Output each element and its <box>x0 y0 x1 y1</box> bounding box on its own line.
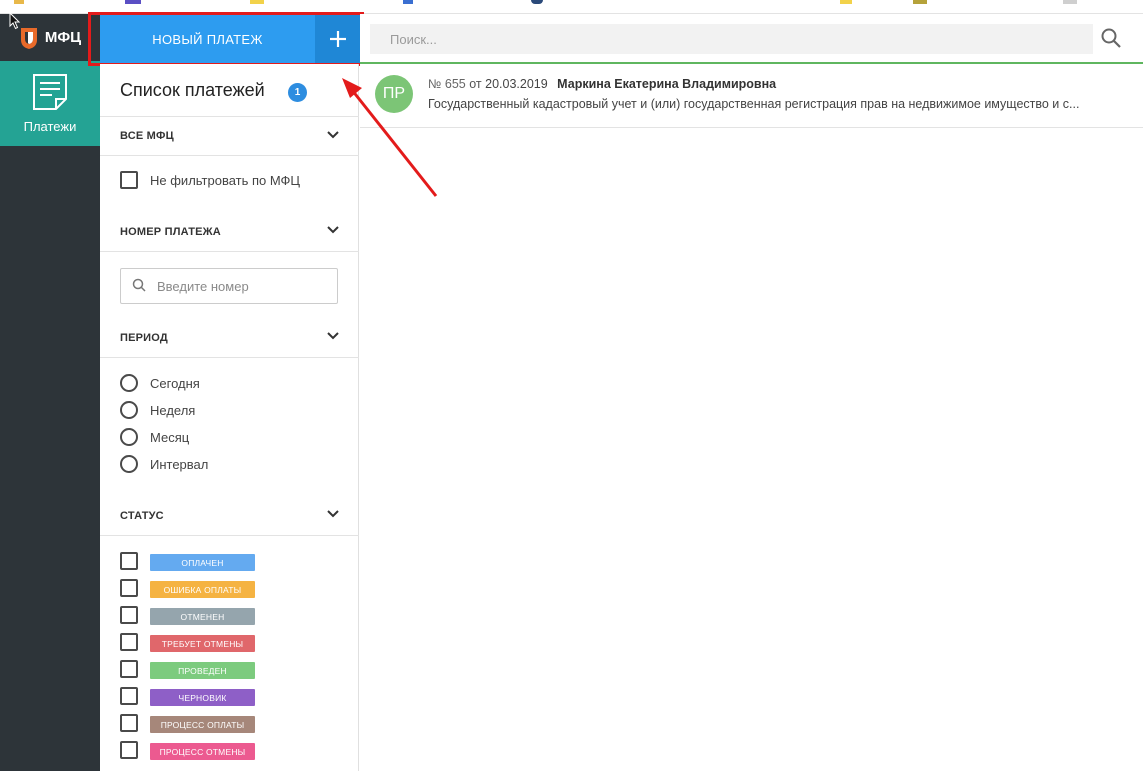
status-checkbox-paying[interactable] <box>120 714 138 732</box>
chevron-down-icon <box>327 332 339 340</box>
radio-label: Интервал <box>150 457 209 472</box>
mfc-logo-icon <box>20 27 37 49</box>
radio-label: Неделя <box>150 403 196 418</box>
status-checkbox-paid[interactable] <box>120 552 138 570</box>
page-title: Список платежей <box>120 80 265 100</box>
status-checkbox-needs-cancel[interactable] <box>120 633 138 651</box>
mouse-cursor-icon <box>9 12 21 30</box>
browser-bookmarks-strip <box>0 0 1143 14</box>
section-number-header[interactable]: НОМЕР ПЛАТЕЖА <box>100 212 359 252</box>
section-label: ВСЕ МФЦ <box>120 130 174 142</box>
payment-header: № 655 от 20.03.2019 Маркина Екатерина Вл… <box>428 77 776 91</box>
section-period-header[interactable]: ПЕРИОД <box>100 318 359 358</box>
section-status-header[interactable]: СТАТУС <box>100 496 359 536</box>
search-icon <box>132 278 146 292</box>
period-radio-today[interactable] <box>120 374 138 392</box>
filters-panel: Список платежей 1 ВСЕ МФЦ Не фильтровать… <box>100 64 359 771</box>
radio-label: Сегодня <box>150 376 200 391</box>
document-icon <box>33 74 67 110</box>
add-payment-button[interactable] <box>315 14 360 64</box>
status-checkbox-draft[interactable] <box>120 687 138 705</box>
radio-label: Месяц <box>150 430 190 445</box>
status-checkbox-processed[interactable] <box>120 660 138 678</box>
new-payment-button[interactable]: НОВЫЙ ПЛАТЕЖ <box>100 14 315 64</box>
section-label: НОМЕР ПЛАТЕЖА <box>120 225 221 238</box>
status-badge-draft: ЧЕРНОВИК <box>150 689 255 706</box>
status-badge-needs-cancel: ТРЕБУЕТ ОТМЕНЫ <box>150 635 255 652</box>
status-checkbox-cancelling[interactable] <box>120 741 138 759</box>
no-mfc-filter-checkbox[interactable] <box>120 171 138 189</box>
payments-list: ПР № 655 от 20.03.2019 Маркина Екатерина… <box>360 64 1143 771</box>
status-badge-payment-error: ОШИБКА ОПЛАТЫ <box>150 581 255 598</box>
payer-name: Маркина Екатерина Владимировна <box>557 77 777 91</box>
section-label: СТАТУС <box>120 509 164 522</box>
count-badge: 1 <box>288 83 307 102</box>
chevron-down-icon <box>327 510 339 518</box>
search-bar <box>360 14 1143 64</box>
from-word: от <box>469 77 482 91</box>
status-checkbox-cancelled[interactable] <box>120 606 138 624</box>
payment-date: 20.03.2019 <box>485 77 548 91</box>
annotation-arrow <box>342 78 438 197</box>
sidebar-item-payments[interactable]: Платежи <box>0 61 100 146</box>
status-badge-paid: ОПЛАЧЕН <box>150 554 255 571</box>
search-input[interactable] <box>370 24 1093 54</box>
period-radio-interval[interactable] <box>120 455 138 473</box>
app-sidebar: МФЦ Платежи <box>0 14 100 771</box>
sidebar-item-label: Платежи <box>23 119 77 134</box>
status-badge-cancelling: ПРОЦЕСС ОТМЕНЫ <box>150 743 255 760</box>
payment-number-input[interactable] <box>120 268 338 304</box>
chevron-down-icon <box>327 226 339 234</box>
payment-description: Государственный кадастровый учет и (или)… <box>428 97 1080 111</box>
plus-icon <box>329 31 346 47</box>
status-checkbox-payment-error[interactable] <box>120 579 138 597</box>
search-icon[interactable] <box>1100 27 1122 49</box>
list-item[interactable]: ПР № 655 от 20.03.2019 Маркина Екатерина… <box>360 64 1143 128</box>
status-badge-paying: ПРОЦЕСС ОПЛАТЫ <box>150 716 255 733</box>
status-badge-cancelled: ОТМЕНЕН <box>150 608 255 625</box>
status-badge-processed: ПРОВЕДЕН <box>150 662 255 679</box>
section-label: ПЕРИОД <box>120 331 168 344</box>
period-radio-month[interactable] <box>120 428 138 446</box>
checkbox-label: Не фильтровать по МФЦ <box>150 173 301 188</box>
logo-text: МФЦ <box>44 29 82 46</box>
period-radio-week[interactable] <box>120 401 138 419</box>
section-mfc-header[interactable]: ВСЕ МФЦ <box>100 116 359 156</box>
